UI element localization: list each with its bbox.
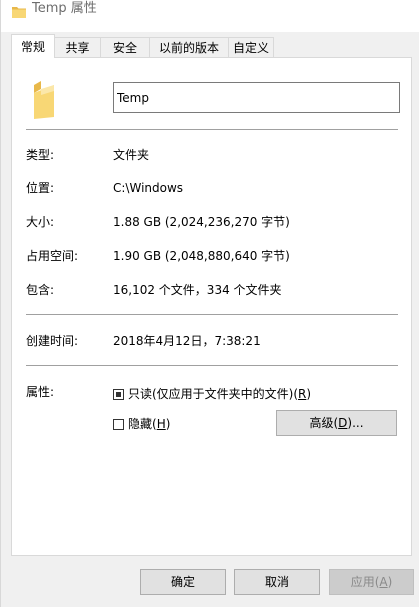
title-bar: Temp 属性	[1, 0, 419, 32]
tab-security[interactable]: 安全	[100, 37, 150, 57]
window-title: Temp 属性	[32, 1, 97, 16]
general-panel: 类型: 文件夹 位置: C:\Windows 大小: 1.88 GB (2,02…	[11, 57, 412, 556]
attributes-label: 属性:	[26, 385, 55, 399]
readonly-checkbox-box[interactable]	[113, 388, 124, 400]
created-label: 创建时间:	[26, 334, 79, 348]
hidden-label: 隐藏(H)	[128, 417, 171, 431]
apply-button[interactable]: 应用(A)	[329, 569, 414, 595]
folder-large-icon	[34, 81, 54, 119]
created-value: 2018年4月12日，7:38:21	[113, 334, 261, 348]
size-value: 1.88 GB (2,024,236,270 字节)	[113, 215, 290, 229]
readonly-checkbox[interactable]: 只读(仅应用于文件夹中的文件)(R)	[113, 386, 311, 402]
tab-general[interactable]: 常规	[11, 34, 55, 58]
type-value: 文件夹	[113, 148, 150, 162]
contains-value: 16,102 个文件，334 个文件夹	[113, 283, 282, 297]
properties-dialog: Temp 属性 常规 共享 安全 以前的版本 自定义 类型: 文件夹 位置: C…	[0, 0, 419, 607]
hidden-checkbox-box[interactable]	[113, 418, 124, 430]
disk-size-label: 占用空间:	[26, 249, 79, 263]
tab-previous-versions[interactable]: 以前的版本	[149, 37, 229, 57]
divider	[26, 365, 398, 366]
location-label: 位置:	[26, 181, 55, 195]
disk-size-value: 1.90 GB (2,048,880,640 字节)	[113, 249, 290, 263]
tab-sharing[interactable]: 共享	[54, 37, 101, 57]
location-value: C:\Windows	[113, 181, 184, 195]
divider	[26, 129, 398, 130]
cancel-button[interactable]: 取消	[234, 569, 320, 595]
advanced-button[interactable]: 高级(D)...	[276, 410, 397, 436]
tab-customize[interactable]: 自定义	[228, 37, 274, 57]
type-label: 类型:	[26, 148, 55, 162]
ok-button[interactable]: 确定	[140, 569, 226, 595]
folder-name-input[interactable]	[113, 82, 400, 113]
readonly-label: 只读(仅应用于文件夹中的文件)(R)	[128, 387, 312, 401]
hidden-checkbox[interactable]: 隐藏(H)	[113, 416, 170, 432]
divider	[26, 314, 398, 315]
folder-icon	[12, 7, 26, 18]
size-label: 大小:	[26, 215, 55, 229]
contains-label: 包含:	[26, 283, 55, 297]
